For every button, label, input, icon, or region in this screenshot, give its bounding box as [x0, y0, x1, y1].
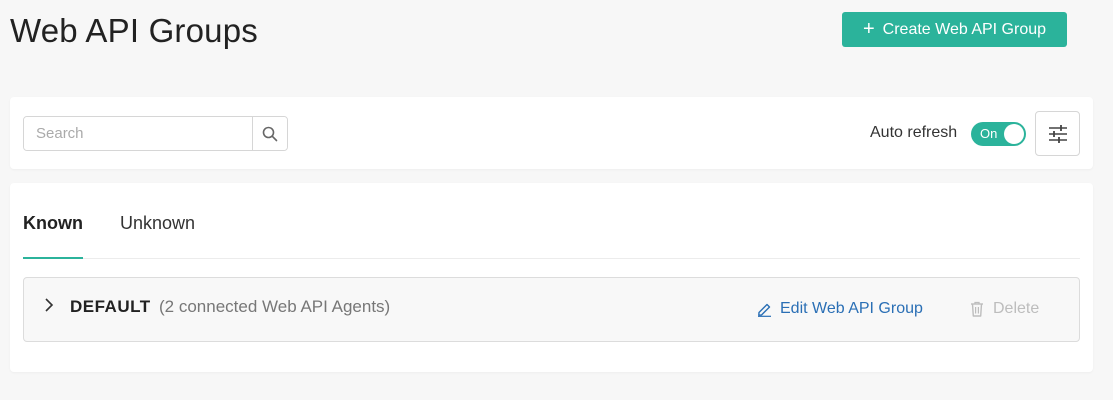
- group-row[interactable]: DEFAULT (2 connected Web API Agents) Edi…: [23, 277, 1080, 342]
- sliders-icon: [1048, 124, 1067, 143]
- web-api-groups-page: Web API Groups + Create Web API Group Au…: [0, 0, 1113, 400]
- delete-group-label: Delete: [993, 300, 1040, 317]
- toolbar: Auto refresh On: [10, 97, 1093, 169]
- create-web-api-group-button[interactable]: + Create Web API Group: [842, 12, 1067, 47]
- column-settings-button[interactable]: [1035, 111, 1080, 156]
- chevron-right-icon[interactable]: [44, 298, 54, 312]
- search-input[interactable]: [24, 117, 252, 150]
- page-title: Web API Groups: [10, 12, 258, 49]
- edit-group-button[interactable]: Edit Web API Group: [757, 300, 923, 318]
- tab-bar: Known Unknown: [23, 183, 1080, 259]
- auto-refresh-toggle[interactable]: On: [971, 122, 1026, 146]
- auto-refresh-label: Auto refresh: [870, 124, 958, 141]
- pencil-icon: [758, 303, 771, 317]
- plus-icon: +: [862, 17, 875, 40]
- delete-group-button[interactable]: Delete: [970, 300, 1039, 318]
- tab-known[interactable]: Known: [23, 213, 83, 259]
- search-box: [23, 116, 288, 151]
- toggle-knob: [1004, 124, 1024, 144]
- group-name: DEFAULT: [70, 297, 151, 316]
- trash-icon: [971, 301, 983, 317]
- group-agent-count: (2 connected Web API Agents): [159, 297, 391, 316]
- search-button[interactable]: [252, 117, 287, 150]
- search-icon: [262, 126, 278, 141]
- tab-unknown[interactable]: Unknown: [120, 213, 195, 257]
- edit-group-label: Edit Web API Group: [780, 300, 923, 317]
- groups-card: Known Unknown DEFAULT (2 connected Web A…: [10, 183, 1093, 372]
- toggle-state-text: On: [980, 126, 998, 141]
- create-button-label: Create Web API Group: [882, 20, 1047, 38]
